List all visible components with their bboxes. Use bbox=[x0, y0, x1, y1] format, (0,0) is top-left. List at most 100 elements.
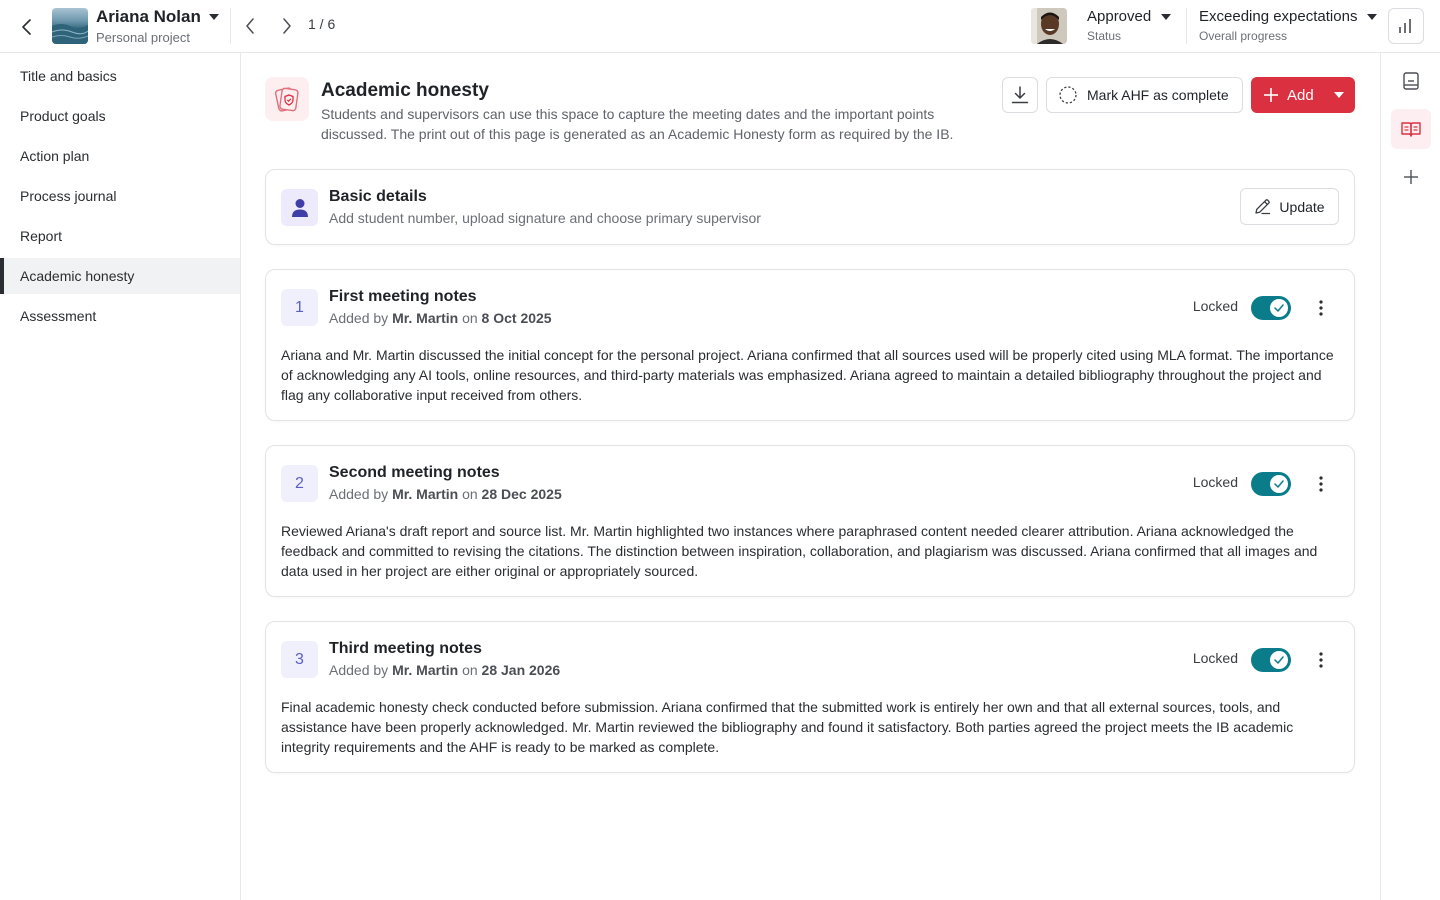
chevron-left-icon bbox=[22, 19, 31, 35]
page-title: Academic honesty bbox=[321, 80, 489, 101]
sidebar-item-label: Action plan bbox=[20, 148, 90, 164]
update-label: Update bbox=[1279, 198, 1325, 215]
analytics-button[interactable] bbox=[1388, 8, 1424, 44]
page-description: Students and supervisors can use this sp… bbox=[321, 106, 954, 142]
back-button[interactable] bbox=[14, 14, 40, 40]
lock-toggle[interactable] bbox=[1251, 296, 1291, 320]
sidebar-item-label: Title and basics bbox=[20, 68, 117, 84]
locked-label: Locked bbox=[1192, 474, 1238, 490]
chevron-right-icon bbox=[283, 18, 291, 34]
basic-details-title: Basic details bbox=[329, 188, 427, 205]
notes-panel-button[interactable] bbox=[1391, 61, 1431, 101]
plus-icon bbox=[1264, 88, 1278, 102]
sidebar-item-academic-honesty[interactable]: Academic honesty bbox=[0, 258, 240, 294]
note-date: 28 Dec 2025 bbox=[481, 486, 562, 502]
sidebar-item-label: Product goals bbox=[20, 108, 106, 124]
note-options-button[interactable] bbox=[1309, 296, 1333, 320]
note-meta: Added by Mr. Martin on 28 Dec 2025 bbox=[329, 486, 562, 502]
note-author: Mr. Martin bbox=[392, 310, 459, 326]
top-bar: Ariana Nolan Personal project 1 / 6 Appr… bbox=[0, 0, 1440, 53]
project-thumbnail bbox=[52, 8, 88, 44]
status-value: Approved bbox=[1087, 8, 1152, 25]
note-author: Mr. Martin bbox=[392, 662, 459, 678]
next-student-button[interactable] bbox=[275, 14, 299, 38]
note-meta: Added by Mr. Martin on 28 Jan 2026 bbox=[329, 662, 560, 678]
progress-value: Exceeding expectations bbox=[1199, 8, 1358, 25]
main-content: Academic honesty Students and supervisor… bbox=[241, 53, 1380, 900]
progress-selector[interactable]: Exceeding expectations Overall progress bbox=[1199, 8, 1378, 43]
status-selector[interactable]: Approved Status bbox=[1087, 8, 1172, 43]
sidebar-item-title-and-basics[interactable]: Title and basics bbox=[0, 58, 240, 94]
pencil-icon bbox=[1255, 199, 1271, 215]
student-selector[interactable]: Ariana Nolan Personal project bbox=[96, 7, 219, 45]
note-body: Reviewed Ariana's draft report and sourc… bbox=[281, 523, 1318, 579]
update-button[interactable]: Update bbox=[1240, 188, 1339, 225]
meeting-note-card: 1 First meeting notes Added by Mr. Marti… bbox=[265, 269, 1355, 421]
kebab-icon bbox=[1319, 300, 1323, 316]
chevron-left-icon bbox=[246, 18, 254, 34]
on-label: on bbox=[462, 486, 478, 502]
bar-chart-icon bbox=[1399, 19, 1411, 33]
add-panel-button[interactable] bbox=[1391, 157, 1431, 197]
progress-label: Overall progress bbox=[1199, 29, 1288, 43]
notebook-icon bbox=[1403, 72, 1419, 90]
ocean-image bbox=[52, 24, 88, 44]
note-options-button[interactable] bbox=[1309, 472, 1333, 496]
toggle-knob bbox=[1270, 651, 1288, 669]
toggle-knob bbox=[1270, 475, 1288, 493]
meeting-note-card: 3 Third meeting notes Added by Mr. Marti… bbox=[265, 621, 1355, 773]
previous-student-button[interactable] bbox=[238, 14, 262, 38]
meeting-note-card: 2 Second meeting notes Added by Mr. Mart… bbox=[265, 445, 1355, 597]
caret-down-icon bbox=[1333, 92, 1344, 98]
note-number-badge: 2 bbox=[281, 465, 318, 502]
on-label: on bbox=[462, 310, 478, 326]
sidebar-item-product-goals[interactable]: Product goals bbox=[0, 98, 240, 134]
add-button[interactable]: Add bbox=[1251, 77, 1355, 113]
note-title: First meeting notes bbox=[329, 288, 477, 305]
mark-ahf-complete-button[interactable]: Mark AHF as complete bbox=[1046, 77, 1243, 113]
lock-toggle[interactable] bbox=[1251, 648, 1291, 672]
header-divider bbox=[230, 8, 231, 44]
on-label: on bbox=[462, 662, 478, 678]
toggle-knob bbox=[1270, 299, 1288, 317]
add-label: Add bbox=[1287, 86, 1314, 104]
basic-details-subtitle: Add student number, upload signature and… bbox=[329, 210, 761, 226]
note-date: 28 Jan 2026 bbox=[481, 662, 561, 678]
header-divider bbox=[1186, 8, 1187, 44]
open-book-icon bbox=[1401, 122, 1421, 137]
student-name: Ariana Nolan bbox=[96, 7, 201, 26]
caret-down-icon bbox=[208, 14, 219, 20]
sidebar-item-process-journal[interactable]: Process journal bbox=[0, 178, 240, 214]
lock-toggle[interactable] bbox=[1251, 472, 1291, 496]
download-icon bbox=[1011, 86, 1029, 104]
note-title: Second meeting notes bbox=[329, 464, 500, 481]
pager-count: 1 / 6 bbox=[308, 16, 336, 32]
note-body: Ariana and Mr. Martin discussed the init… bbox=[281, 347, 1334, 403]
plus-icon bbox=[1404, 170, 1418, 184]
sidebar-item-label: Report bbox=[20, 228, 63, 244]
academic-honesty-panel-button[interactable] bbox=[1391, 109, 1431, 149]
basic-details-card: Basic details Add student number, upload… bbox=[265, 169, 1355, 245]
note-body: Final academic honesty check conducted b… bbox=[281, 699, 1294, 755]
status-label: Status bbox=[1087, 29, 1122, 43]
sidebar-item-label: Assessment bbox=[20, 308, 97, 324]
sidebar-item-assessment[interactable]: Assessment bbox=[0, 298, 240, 334]
sidebar-item-label: Process journal bbox=[20, 188, 117, 204]
section-sidebar: Title and basics Product goals Action pl… bbox=[0, 53, 241, 900]
note-options-button[interactable] bbox=[1309, 648, 1333, 672]
kebab-icon bbox=[1319, 652, 1323, 668]
sidebar-item-label: Academic honesty bbox=[20, 268, 135, 284]
note-number-badge: 3 bbox=[281, 641, 318, 678]
shield-card-icon bbox=[274, 87, 299, 112]
note-meta: Added by Mr. Martin on 8 Oct 2025 bbox=[329, 310, 552, 326]
added-by-prefix: Added by bbox=[329, 486, 389, 502]
caret-down-icon bbox=[1161, 13, 1172, 20]
sidebar-item-action-plan[interactable]: Action plan bbox=[0, 138, 240, 174]
dashed-circle-icon bbox=[1059, 86, 1077, 104]
sidebar-item-report[interactable]: Report bbox=[0, 218, 240, 254]
added-by-prefix: Added by bbox=[329, 662, 389, 678]
page-icon bbox=[265, 77, 309, 121]
download-button[interactable] bbox=[1002, 77, 1038, 113]
locked-label: Locked bbox=[1192, 298, 1238, 314]
basic-details-icon bbox=[281, 189, 318, 226]
